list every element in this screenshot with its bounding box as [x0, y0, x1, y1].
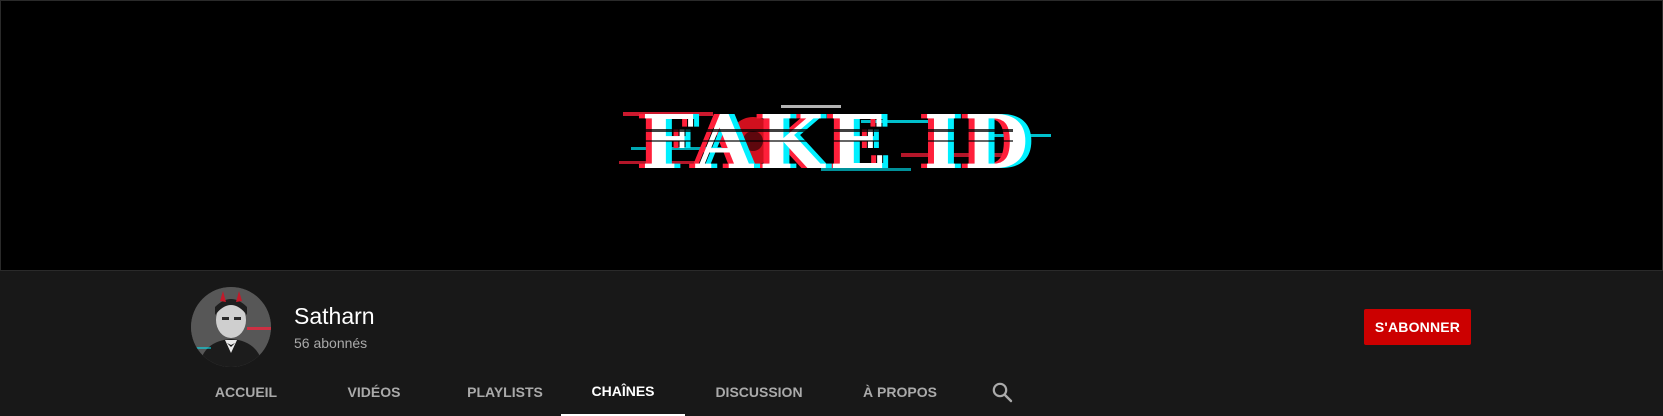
tab-discussion[interactable]: DISCUSSION: [695, 368, 823, 416]
banner-logo: FAKE ID: [642, 100, 1035, 186]
tab-channels[interactable]: CHAÎNES: [561, 368, 685, 416]
avatar-image: [191, 287, 271, 367]
search-icon[interactable]: [990, 380, 1014, 404]
search-icon-glyph: [992, 382, 1013, 403]
channel-name: Satharn: [294, 303, 375, 329]
channel-banner: FAKE ID FAKE ID FAKE ID: [0, 0, 1663, 271]
subscriber-count: 56 abonnés: [294, 335, 368, 351]
channel-avatar[interactable]: [191, 287, 271, 367]
subscribe-button[interactable]: S'ABONNER: [1364, 309, 1471, 345]
tab-videos[interactable]: VIDÉOS: [318, 368, 430, 416]
tab-playlists[interactable]: PLAYLISTS: [444, 368, 566, 416]
banner-artwork: FAKE ID FAKE ID FAKE ID: [613, 100, 1051, 186]
tab-home[interactable]: ACCUEIL: [190, 368, 302, 416]
channel-page: FAKE ID FAKE ID FAKE ID Satharn 56 abonn…: [0, 0, 1663, 416]
tab-about[interactable]: À PROPOS: [838, 368, 962, 416]
